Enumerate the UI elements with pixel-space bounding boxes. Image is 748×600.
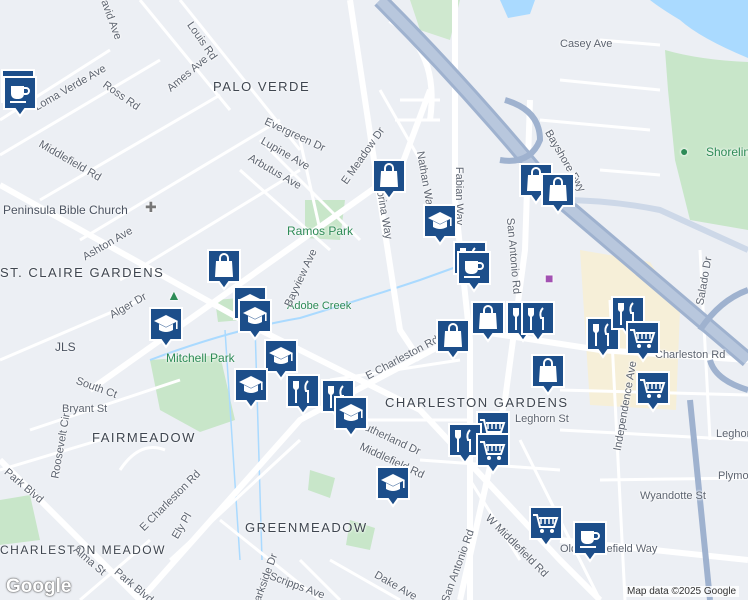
map-marker[interactable] bbox=[456, 250, 492, 294]
map-marker[interactable] bbox=[520, 300, 556, 344]
park-pin-icon: ▲ bbox=[167, 287, 181, 303]
map-marker[interactable] bbox=[470, 300, 506, 344]
museum-icon: ■ bbox=[545, 270, 554, 286]
shopping-bag-icon bbox=[541, 173, 575, 215]
poi-label[interactable]: Peninsula Bible Church bbox=[3, 203, 128, 217]
school-icon bbox=[238, 299, 272, 341]
map-marker[interactable] bbox=[285, 373, 321, 417]
shopping-cart-icon bbox=[476, 433, 510, 475]
park-pin-icon: ● bbox=[680, 143, 689, 159]
map-marker[interactable] bbox=[635, 370, 671, 414]
map-marker[interactable] bbox=[572, 520, 608, 564]
poi-label[interactable]: JLS bbox=[55, 340, 76, 354]
map-attribution[interactable]: Map data ©2025 Google bbox=[624, 586, 740, 597]
coffee-icon bbox=[457, 251, 491, 293]
school-icon bbox=[334, 396, 368, 438]
map-marker[interactable] bbox=[2, 75, 38, 119]
neighborhood-label: PALO VERDE bbox=[213, 79, 311, 94]
shopping-cart-icon bbox=[626, 321, 660, 363]
street-label: Leghorn St bbox=[515, 413, 569, 425]
map-marker[interactable] bbox=[435, 318, 471, 362]
street-label: Wyandotte St bbox=[640, 490, 706, 502]
neighborhood-label: CHARLESTON GARDENS bbox=[385, 395, 569, 410]
shopping-cart-icon bbox=[636, 371, 670, 413]
map-marker[interactable] bbox=[530, 353, 566, 397]
poi-label[interactable]: Shoreline bbox=[706, 145, 748, 159]
map-marker[interactable] bbox=[475, 432, 511, 476]
coffee-icon bbox=[3, 76, 37, 118]
map-marker[interactable] bbox=[333, 395, 369, 439]
park-label[interactable]: Mitchell Park bbox=[166, 351, 235, 365]
creek-label: Adobe Creek bbox=[287, 300, 352, 312]
school-icon bbox=[149, 307, 183, 349]
school-icon bbox=[376, 466, 410, 508]
shopping-bag-icon bbox=[436, 319, 470, 361]
street-label: Charleston Rd bbox=[655, 349, 726, 361]
shopping-bag-icon bbox=[471, 301, 505, 343]
map-marker[interactable] bbox=[233, 367, 269, 411]
map-marker[interactable] bbox=[528, 505, 564, 549]
map-marker[interactable] bbox=[625, 320, 661, 364]
shopping-bag-icon bbox=[531, 354, 565, 396]
neighborhood-label: FAIRMEADOW bbox=[92, 430, 196, 445]
google-logo: Google bbox=[6, 576, 72, 597]
map-marker[interactable] bbox=[540, 172, 576, 216]
map-marker[interactable] bbox=[371, 158, 407, 202]
shopping-cart-icon bbox=[529, 506, 563, 548]
church-icon: ✚ bbox=[145, 199, 157, 215]
shopping-bag-icon bbox=[372, 159, 406, 201]
map-marker[interactable] bbox=[237, 298, 273, 342]
street-label: Casey Ave bbox=[560, 38, 613, 50]
street-label: Leghorn St bbox=[716, 428, 748, 440]
neighborhood-label: ST. CLAIRE GARDENS bbox=[0, 265, 165, 280]
street-label: Plymouth bbox=[718, 470, 748, 482]
map-canvas[interactable]: PALO VERDE ST. CLAIRE GARDENS FAIRMEADOW… bbox=[0, 0, 748, 600]
restaurant-icon bbox=[286, 374, 320, 416]
neighborhood-label: GREENMEADOW bbox=[245, 520, 368, 535]
school-icon bbox=[234, 368, 268, 410]
map-marker[interactable] bbox=[375, 465, 411, 509]
coffee-icon bbox=[573, 521, 607, 563]
park-label[interactable]: Ramos Park bbox=[287, 224, 353, 238]
restaurant-icon bbox=[521, 301, 555, 343]
map-marker[interactable] bbox=[148, 306, 184, 350]
